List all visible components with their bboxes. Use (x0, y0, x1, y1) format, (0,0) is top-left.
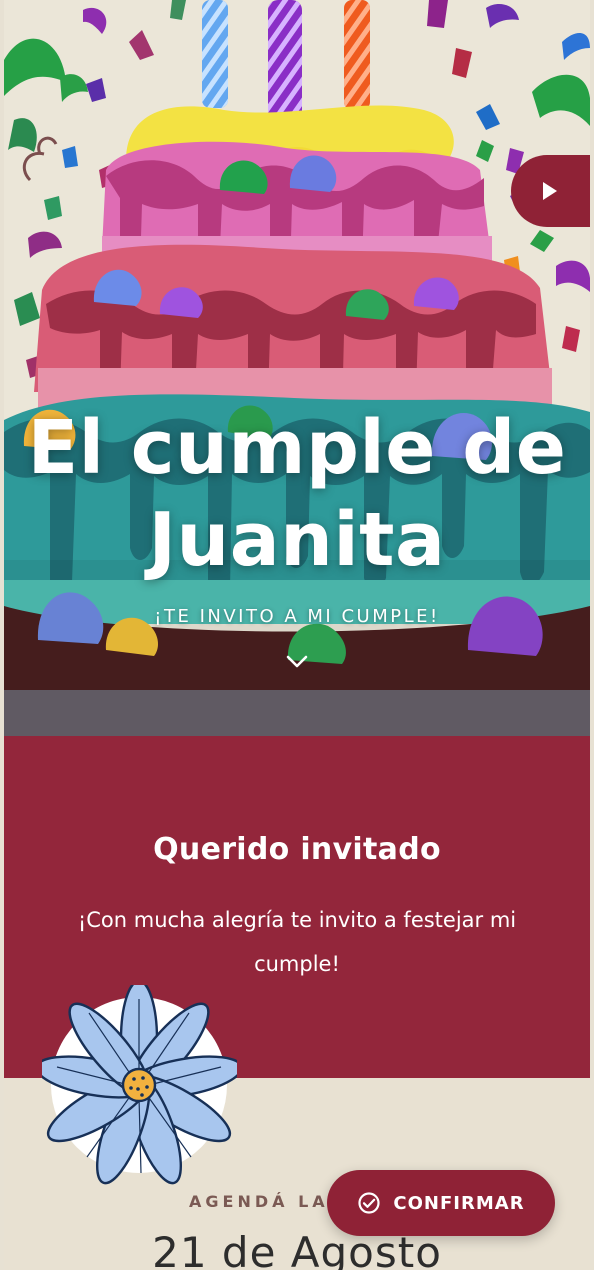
date-kicker: AGENDÁ LA (189, 1192, 329, 1211)
hero-section: El cumple de Juanita ¡TE INVITO A MI CUM… (4, 0, 590, 736)
confirm-button[interactable]: CONFIRMAR (327, 1170, 555, 1236)
hero-title-line-1: El cumple de (27, 405, 567, 491)
confirm-button-label: CONFIRMAR (393, 1192, 525, 1214)
check-circle-icon (358, 1192, 381, 1214)
play-icon (543, 182, 557, 200)
hero-subtitle: ¡TE INVITO A MI CUMPLE! (154, 606, 440, 627)
chevron-down-icon[interactable] (285, 654, 309, 670)
hero-title: El cumple de Juanita (4, 402, 590, 586)
music-play-button[interactable] (511, 155, 590, 227)
flower-icon (42, 985, 237, 1185)
invitation-page: El cumple de Juanita ¡TE INVITO A MI CUM… (4, 0, 590, 1270)
hero-title-line-2: Juanita (148, 497, 446, 583)
greeting-message: ¡Con mucha alegría te invito a festejar … (77, 908, 517, 976)
greeting-heading: Querido invitado (153, 832, 441, 867)
